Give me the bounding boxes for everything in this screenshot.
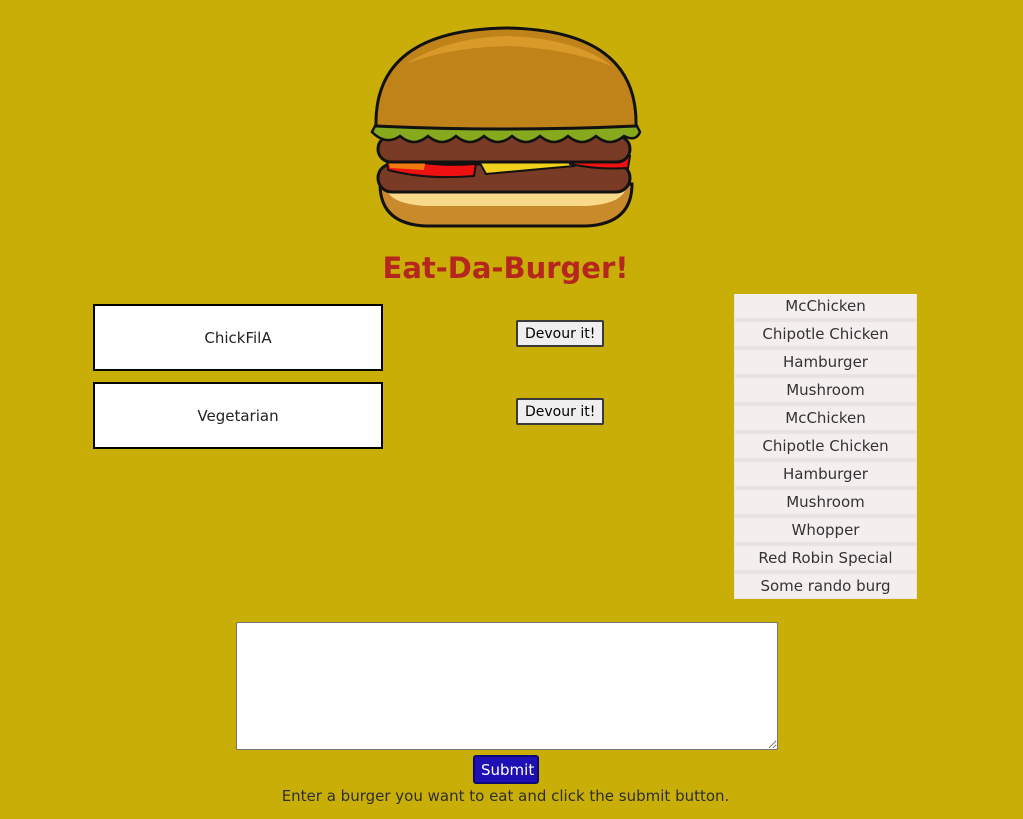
instructions-text: Enter a burger you want to eat and click…: [281, 787, 730, 805]
page: Eat-Da-Burger! ChickFilA Devour it! Vege…: [0, 0, 1023, 819]
burger-logo-icon: [370, 26, 642, 228]
devoured-burger-item: Some rando burg: [735, 574, 916, 598]
devoured-burger-item: Mushroom: [735, 490, 916, 514]
devoured-burger-item: Hamburger: [735, 350, 916, 374]
devoured-burger-item: Chipotle Chicken: [735, 322, 916, 346]
devoured-burger-item: Chipotle Chicken: [735, 434, 916, 458]
devoured-burger-list: McChicken Chipotle Chicken Hamburger Mus…: [734, 294, 917, 599]
devoured-burger-item: McChicken: [735, 406, 916, 430]
burger-name-input[interactable]: [236, 622, 778, 750]
burger-name: Vegetarian: [197, 406, 279, 425]
devoured-burger-item: McChicken: [735, 294, 916, 318]
uneaten-burger-card: Vegetarian: [93, 382, 383, 449]
page-title: Eat-Da-Burger!: [382, 251, 629, 285]
devour-button[interactable]: Devour it!: [516, 398, 605, 425]
devoured-burger-item: Mushroom: [735, 378, 916, 402]
uneaten-burger-card: ChickFilA: [93, 304, 383, 371]
devoured-burger-item: Hamburger: [735, 462, 916, 486]
devour-button[interactable]: Devour it!: [516, 320, 605, 347]
devoured-burger-item: Red Robin Special: [735, 546, 916, 570]
devoured-burger-item: Whopper: [735, 518, 916, 542]
submit-button[interactable]: Submit: [473, 755, 539, 784]
burger-name: ChickFilA: [204, 328, 272, 347]
